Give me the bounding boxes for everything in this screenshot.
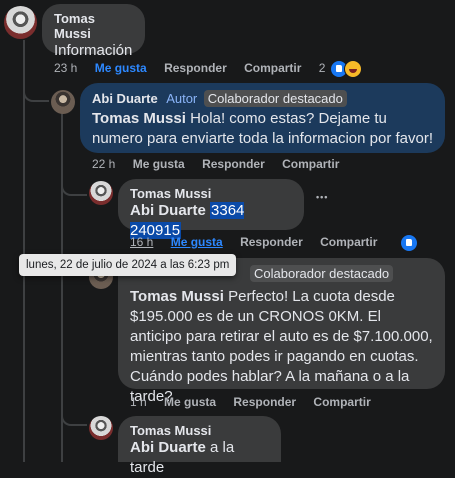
comment-actions: 16 h Me gusta Responder Compartir [130,235,431,251]
reply-button[interactable]: Responder [233,395,296,409]
timestamp[interactable]: 23 h [54,61,77,75]
comment-actions: 23 h Me gusta Responder Compartir 2 [54,60,362,78]
comment-bubble: Tomas Mussi Información [42,4,145,59]
like-button[interactable]: Me gusta [164,395,216,409]
comment-actions: 1 h Me gusta Responder Compartir [130,395,385,409]
reply-button[interactable]: Responder [202,157,265,171]
reply-button[interactable]: Responder [164,61,227,75]
top-contributor-badge: Colaborador destacado [250,265,394,282]
avatar[interactable] [51,90,75,114]
thread-connector [23,84,49,102]
comment-bubble: Tomas Mussi Abi Duarte a la tarde [118,416,281,476]
like-button[interactable]: Me gusta [95,61,147,75]
avatar[interactable] [89,416,113,440]
haha-reaction-icon[interactable] [343,60,362,78]
author-badge: Autor [166,91,198,106]
thread-line [23,40,25,462]
comment-author[interactable]: Tomas Mussi [54,11,133,41]
comment-bubble: Colaborador destacado Tomas Mussi Perfec… [118,258,445,405]
comment-author[interactable]: Tomas Mussi [130,423,269,438]
comment-text: Perfecto! La cuota desde $195.000 es de … [130,288,433,405]
timestamp[interactable]: 16 h [130,235,153,249]
more-options-button[interactable]: ••• [316,192,328,202]
timestamp[interactable]: 1 h [130,395,147,409]
mention-link[interactable]: Abi Duarte [130,202,206,219]
avatar[interactable] [4,6,37,39]
share-button[interactable]: Compartir [282,157,339,171]
top-contributor-badge: Colaborador destacado [203,90,347,107]
mention-link[interactable]: Tomas Mussi [92,110,186,127]
share-button[interactable]: Compartir [244,61,301,75]
comment-author[interactable]: Abi Duarte [92,91,158,106]
reply-button[interactable]: Responder [240,235,303,249]
comment-actions: 22 h Me gusta Responder Compartir [92,157,353,171]
comment-author[interactable]: Tomas Mussi [130,186,292,201]
mention-link[interactable]: Tomas Mussi [130,288,224,305]
share-button[interactable]: Compartir [313,395,370,409]
share-button[interactable]: Compartir [320,235,377,249]
timestamp-tooltip: lunes, 22 de julio de 2024 a las 6:23 pm [19,254,237,276]
thread-connector [61,408,87,426]
comment-bubble: Abi Duarte Autor Colaborador destacado T… [80,83,445,153]
timestamp[interactable]: 22 h [92,157,115,171]
reaction-count[interactable]: 2 [319,61,326,75]
like-reaction-icon[interactable] [400,235,417,251]
comment-bubble: Tomas Mussi Abi Duarte 3364 240915 [118,179,304,239]
like-button[interactable]: Me gusta [171,235,223,249]
comment-text: Información [54,42,133,59]
avatar[interactable] [89,181,113,205]
mention-link[interactable]: Abi Duarte [130,439,206,456]
thread-connector [61,178,87,196]
like-button[interactable]: Me gusta [133,157,185,171]
